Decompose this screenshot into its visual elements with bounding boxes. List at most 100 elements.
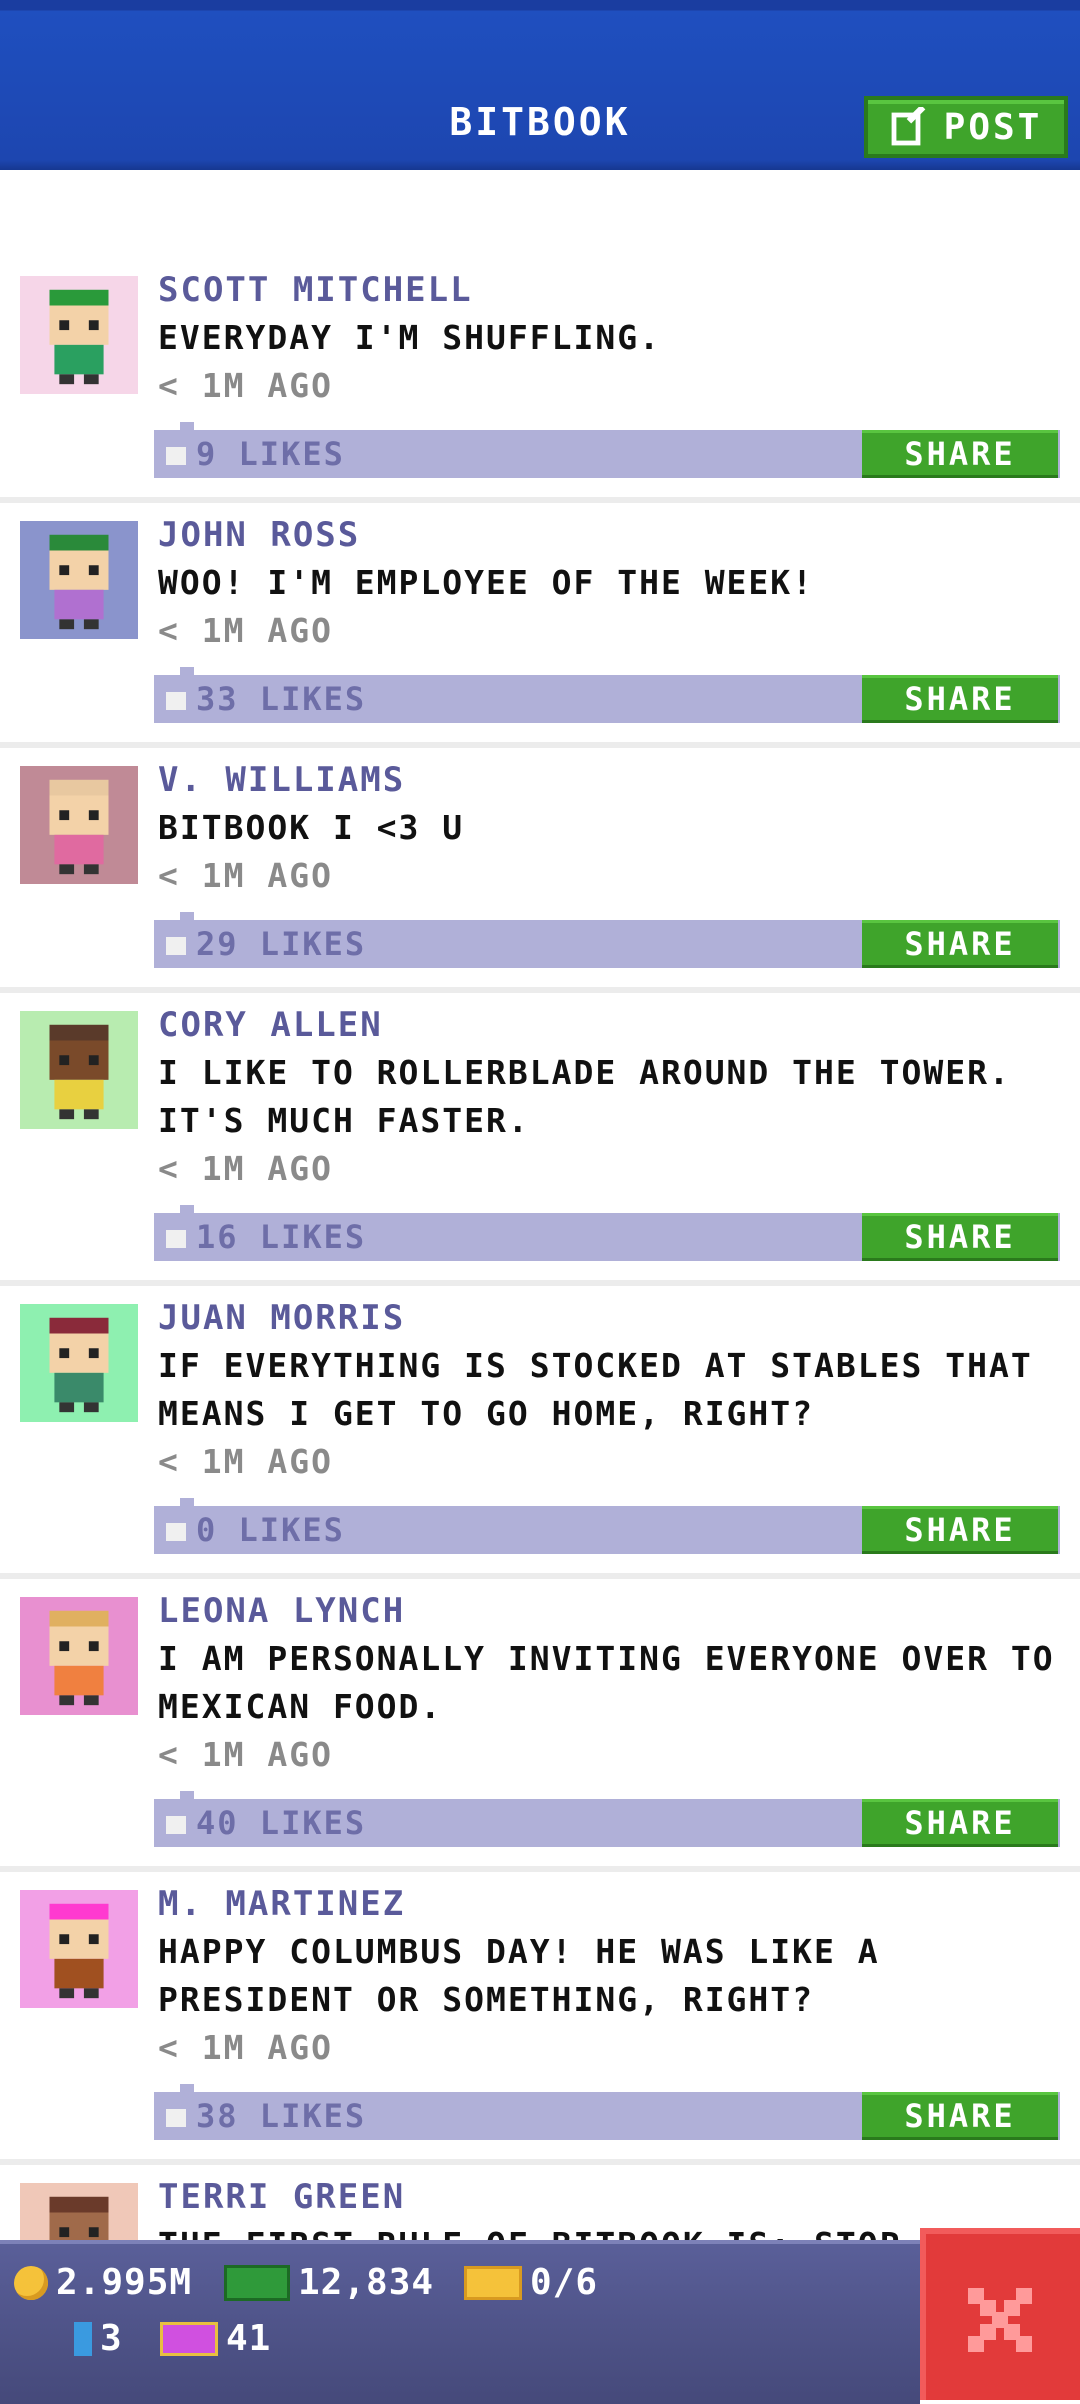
like-count[interactable]: 40 LIKES: [166, 1799, 366, 1847]
feed-post: CORY ALLEN I LIKE TO ROLLERBLADE AROUND …: [0, 993, 1080, 1286]
like-bar: 0 LIKES SHARE: [154, 1498, 1060, 1554]
poster-name: JOHN ROSS: [158, 515, 361, 555]
avatar-sprite: [49, 1610, 109, 1706]
vip-stat: 41: [160, 2318, 271, 2359]
poster-name: SCOTT MITCHELL: [158, 270, 473, 310]
post-message: WOO! I'M EMPLOYEE OF THE WEEK!: [158, 563, 815, 602]
like-count-text: 29 LIKES: [196, 925, 367, 963]
thumbs-up-icon: [166, 447, 186, 465]
avatar-sprite: [49, 289, 109, 385]
share-button[interactable]: SHARE: [862, 920, 1058, 968]
post-message: I AM PERSONALLY INVITING EVERYONE OVER T…: [158, 1639, 1055, 1726]
post-time: < 1M AGO: [158, 2028, 333, 2067]
floors-stat: 3: [74, 2318, 123, 2359]
like-count-text: 9 LIKES: [196, 435, 345, 473]
like-count[interactable]: 0 LIKES: [166, 1506, 345, 1554]
thumbs-up-icon: [166, 1523, 186, 1541]
like-bar: 33 LIKES SHARE: [154, 667, 1060, 723]
edit-icon: [891, 107, 925, 146]
feed-post: LEONA LYNCH I AM PERSONALLY INVITING EVE…: [0, 1579, 1080, 1872]
poster-name: M. MARTINEZ: [158, 1884, 406, 1924]
poster-name: CORY ALLEN: [158, 1005, 383, 1045]
bux-value: 12,834: [298, 2262, 435, 2303]
avatar-sprite: [49, 1024, 109, 1120]
thumbs-up-icon: [166, 937, 186, 955]
share-button[interactable]: SHARE: [862, 430, 1058, 478]
avatar[interactable]: [20, 766, 138, 884]
coins-stat: 2.995M: [14, 2262, 192, 2303]
post-message: IF EVERYTHING IS STOCKED AT STABLES THAT…: [158, 1346, 1033, 1433]
like-bar: 38 LIKES SHARE: [154, 2084, 1060, 2140]
tickets-value: 0/6: [530, 2262, 599, 2303]
post-message: HAPPY COLUMBUS DAY! HE WAS LIKE A PRESID…: [158, 1932, 880, 2019]
like-count[interactable]: 33 LIKES: [166, 675, 366, 723]
post-time: < 1M AGO: [158, 366, 333, 405]
like-count[interactable]: 29 LIKES: [166, 920, 366, 968]
post-message: I LIKE TO ROLLERBLADE AROUND THE TOWER. …: [158, 1053, 1011, 1140]
poster-name: JUAN MORRIS: [158, 1298, 406, 1338]
post-message: BITBOOK I <3 U: [158, 808, 465, 847]
vip-value: 41: [226, 2318, 272, 2359]
ticket-icon: [464, 2265, 522, 2300]
post-time: < 1M AGO: [158, 611, 333, 650]
avatar-sprite: [49, 779, 109, 875]
avatar-sprite: [49, 2196, 109, 2240]
coin-icon: [14, 2265, 48, 2300]
feed-post: V. WILLIAMS BITBOOK I <3 U < 1M AGO 29 L…: [0, 748, 1080, 993]
like-count-text: 0 LIKES: [196, 1511, 345, 1549]
status-bar: 2.995M 12,834 0/6 3 41: [0, 2240, 920, 2404]
share-button[interactable]: SHARE: [862, 1213, 1058, 1261]
close-button[interactable]: [920, 2228, 1080, 2400]
thumbs-up-icon: [166, 1816, 186, 1834]
poster-name: V. WILLIAMS: [158, 760, 406, 800]
share-button[interactable]: SHARE: [862, 2092, 1058, 2140]
bux-stat: 12,834: [224, 2262, 434, 2303]
post-message: EVERYDAY I'M SHUFFLING.: [158, 318, 661, 357]
like-count-text: 38 LIKES: [196, 2097, 367, 2135]
avatar[interactable]: [20, 1011, 138, 1129]
post-button-label: POST: [943, 106, 1043, 148]
like-bar: 40 LIKES SHARE: [154, 1791, 1060, 1847]
post-time: < 1M AGO: [158, 856, 333, 895]
floor-icon: [74, 2321, 92, 2356]
like-bar: 29 LIKES SHARE: [154, 912, 1060, 968]
like-count-text: 33 LIKES: [196, 680, 367, 718]
thumbs-up-icon: [166, 1230, 186, 1248]
avatar[interactable]: [20, 1890, 138, 2008]
avatar-sprite: [49, 534, 109, 630]
avatar[interactable]: [20, 521, 138, 639]
feed-post: TERRI GREEN THE FIRST RULE OF BITBOOK IS…: [0, 2165, 1080, 2240]
post-time: < 1M AGO: [158, 1149, 333, 1188]
post-time: < 1M AGO: [158, 1442, 333, 1481]
share-button[interactable]: SHARE: [862, 1799, 1058, 1847]
vip-icon: [160, 2321, 218, 2356]
like-count-text: 40 LIKES: [196, 1804, 367, 1842]
like-count[interactable]: 9 LIKES: [166, 430, 345, 478]
bux-icon: [224, 2264, 290, 2301]
thumbs-up-icon: [166, 692, 186, 710]
avatar[interactable]: [20, 2183, 138, 2240]
feed-post: JOHN ROSS WOO! I'M EMPLOYEE OF THE WEEK!…: [0, 503, 1080, 748]
like-count[interactable]: 38 LIKES: [166, 2092, 366, 2140]
poster-name: LEONA LYNCH: [158, 1591, 406, 1631]
share-button[interactable]: SHARE: [862, 675, 1058, 723]
like-count[interactable]: 16 LIKES: [166, 1213, 366, 1261]
like-bar: 9 LIKES SHARE: [154, 422, 1060, 478]
like-bar: 16 LIKES SHARE: [154, 1205, 1060, 1261]
thumbs-up-icon: [166, 2109, 186, 2127]
tickets-stat: 0/6: [464, 2262, 598, 2303]
feed-post: JUAN MORRIS IF EVERYTHING IS STOCKED AT …: [0, 1286, 1080, 1579]
avatar[interactable]: [20, 276, 138, 394]
floors-value: 3: [100, 2318, 123, 2359]
poster-name: TERRI GREEN: [158, 2177, 406, 2217]
post-button[interactable]: POST: [864, 96, 1068, 158]
close-icon: [968, 2288, 1032, 2352]
avatar[interactable]: [20, 1304, 138, 1422]
coins-value: 2.995M: [56, 2262, 193, 2303]
bitbook-feed[interactable]: SCOTT MITCHELL EVERYDAY I'M SHUFFLING. <…: [0, 170, 1080, 2240]
share-button[interactable]: SHARE: [862, 1506, 1058, 1554]
avatar-sprite: [49, 1903, 109, 1999]
avatar[interactable]: [20, 1597, 138, 1715]
post-time: < 1M AGO: [158, 1735, 333, 1774]
feed-post: M. MARTINEZ HAPPY COLUMBUS DAY! HE WAS L…: [0, 1872, 1080, 2165]
